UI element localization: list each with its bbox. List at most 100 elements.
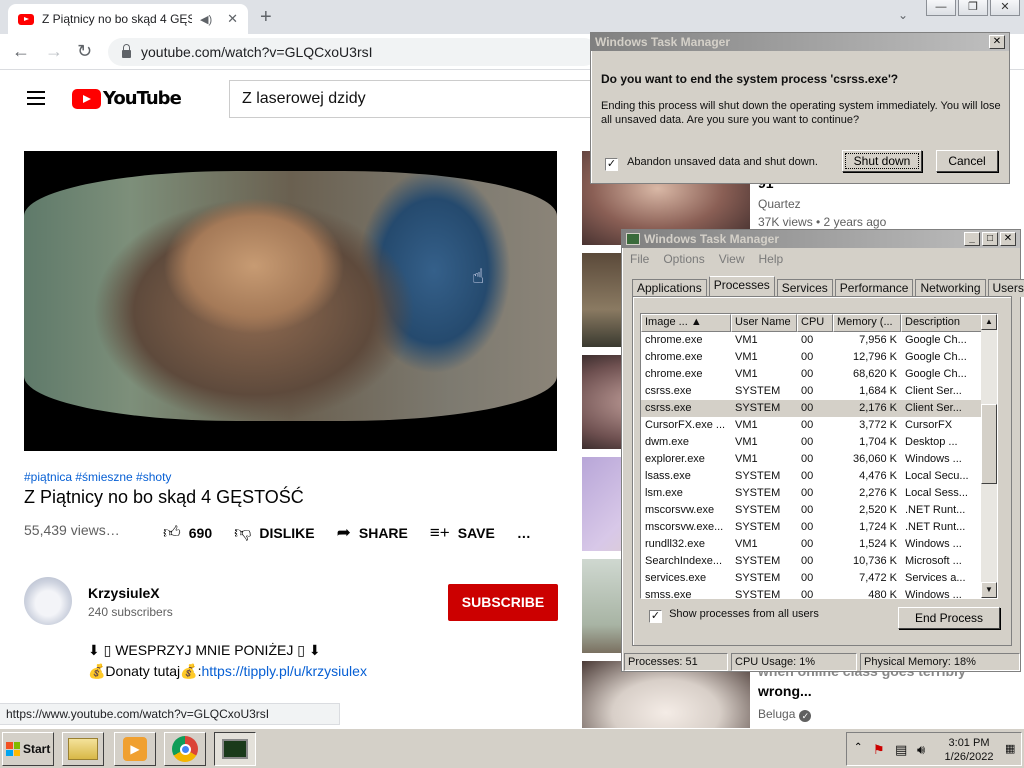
- scroll-thumb[interactable]: [981, 404, 997, 484]
- column-user-name[interactable]: User Name: [731, 314, 797, 332]
- column-description[interactable]: Description: [901, 314, 983, 332]
- back-arrow-icon[interactable]: ←: [12, 41, 30, 62]
- process-row[interactable]: rundll32.exe VM1 00 1,524 K Windows ...: [641, 536, 997, 553]
- related-channel[interactable]: Beluga ✓: [758, 707, 812, 722]
- more-actions-button[interactable]: …: [517, 525, 531, 541]
- close-tab-icon[interactable]: ✕: [227, 11, 238, 27]
- start-button[interactable]: Start: [2, 732, 54, 766]
- tab-services[interactable]: Services: [776, 279, 833, 297]
- process-row[interactable]: lsm.exe SYSTEM 00 2,276 K Local Sess...: [641, 485, 997, 502]
- dislike-button[interactable]: 👎︎ DISLIKE: [234, 522, 315, 543]
- checkbox-checked-icon[interactable]: ✓: [649, 610, 662, 623]
- task-manager-taskbar-button[interactable]: [214, 732, 256, 766]
- column-cpu[interactable]: CPU: [797, 314, 833, 332]
- process-row[interactable]: chrome.exe VM1 00 7,956 K Google Ch...: [641, 332, 997, 349]
- process-list-scrollbar[interactable]: ▲ ▼: [981, 314, 997, 598]
- menu-help[interactable]: Help: [759, 252, 784, 268]
- menu-options[interactable]: Options: [663, 252, 704, 268]
- youtube-logo[interactable]: YouTube: [72, 88, 182, 109]
- process-row[interactable]: mscorsvw.exe... SYSTEM 00 1,724 K .NET Runt.…: [641, 519, 997, 536]
- action-center-icon[interactable]: ⚑: [873, 742, 885, 758]
- abandon-data-checkbox[interactable]: ✓ Abandon unsaved data and shut down.: [605, 156, 818, 171]
- menu-view[interactable]: View: [719, 252, 745, 268]
- dialog-close-button[interactable]: ✕: [989, 35, 1005, 49]
- maximize-button[interactable]: ❐: [958, 0, 988, 16]
- process-cpu: 00: [801, 419, 814, 431]
- shut-down-button[interactable]: Shut down: [842, 150, 922, 172]
- tab-processes[interactable]: Processes: [708, 276, 775, 297]
- like-button[interactable]: 👍︎ 690: [163, 522, 212, 543]
- column-image-name[interactable]: Image ... ▲: [641, 314, 731, 332]
- media-player-taskbar-button[interactable]: ▶: [114, 732, 156, 766]
- process-row[interactable]: lsass.exe SYSTEM 00 4,476 K Local Secu...: [641, 468, 997, 485]
- process-row[interactable]: chrome.exe VM1 00 68,620 K Google Ch...: [641, 366, 997, 383]
- minimize-icon[interactable]: _: [964, 232, 980, 246]
- show-all-users-checkbox[interactable]: ✓ Show processes from all users: [649, 608, 819, 623]
- network-icon[interactable]: ▤: [895, 742, 907, 758]
- process-row[interactable]: dwm.exe VM1 00 1,704 K Desktop ...: [641, 434, 997, 451]
- process-list[interactable]: Image ... ▲ User Name CPU Memory (... De…: [640, 313, 998, 599]
- scroll-up-arrow-icon[interactable]: ▲: [981, 314, 997, 330]
- hashtags[interactable]: #piątnica #śmieszne #shoty: [24, 470, 171, 484]
- process-row[interactable]: csrss.exe SYSTEM 00 1,684 K Client Ser...: [641, 383, 997, 400]
- related-channel[interactable]: Quartez: [758, 197, 801, 211]
- forward-arrow-icon[interactable]: →: [45, 41, 63, 62]
- explorer-taskbar-button[interactable]: [62, 732, 104, 766]
- share-button[interactable]: ➦ SHARE: [337, 523, 408, 543]
- clock[interactable]: 3:01 PM 1/26/2022: [939, 736, 999, 764]
- end-process-button[interactable]: End Process: [898, 607, 1000, 629]
- chrome-taskbar-button[interactable]: [164, 732, 206, 766]
- column-memory[interactable]: Memory (...: [833, 314, 901, 332]
- address-bar[interactable]: youtube.com/watch?v=GLQCxoU3rsI: [108, 38, 598, 66]
- menu-icon[interactable]: [27, 91, 45, 105]
- tab-networking[interactable]: Networking: [915, 279, 986, 297]
- tab-performance[interactable]: Performance: [834, 279, 914, 297]
- cancel-button[interactable]: Cancel: [936, 150, 998, 172]
- tab-search-chevron-icon[interactable]: ⌄: [898, 8, 908, 22]
- media-player-icon: ▶: [123, 737, 147, 761]
- process-row[interactable]: mscorsvw.exe SYSTEM 00 2,520 K .NET Runt...: [641, 502, 997, 519]
- process-row[interactable]: SearchIndexe... SYSTEM 00 10,736 K Microsoft…: [641, 553, 997, 570]
- donation-link[interactable]: https://tipply.pl/u/krzysiulex: [201, 663, 366, 679]
- checkbox-checked-icon[interactable]: ✓: [605, 158, 618, 171]
- maximize-icon[interactable]: □: [982, 232, 998, 246]
- browser-tab[interactable]: Z Piątnicy no bo skąd 4 GĘST ◀) ✕: [8, 4, 248, 34]
- close-window-button[interactable]: ✕: [990, 0, 1020, 16]
- channel-avatar[interactable]: [24, 577, 72, 625]
- lock-icon[interactable]: [122, 44, 131, 58]
- start-label: Start: [23, 742, 51, 756]
- process-user-name: SYSTEM: [735, 402, 781, 414]
- volume-icon[interactable]: 🔊︎: [917, 742, 925, 758]
- menu-file[interactable]: File: [630, 252, 649, 268]
- process-row[interactable]: CursorFX.exe ... VM1 00 3,772 K CursorFX: [641, 417, 997, 434]
- close-icon[interactable]: ✕: [1000, 232, 1016, 246]
- process-image-name: csrss.exe: [645, 402, 692, 414]
- process-image-name: SearchIndexe...: [645, 555, 723, 567]
- process-user-name: VM1: [735, 419, 758, 431]
- save-button[interactable]: ≡+ SAVE: [430, 523, 495, 543]
- process-row[interactable]: services.exe SYSTEM 00 7,472 K Services a...: [641, 570, 997, 587]
- process-row[interactable]: smss.exe SYSTEM 00 480 K Windows ...: [641, 587, 997, 598]
- show-hidden-icons-icon[interactable]: ⌃: [854, 742, 862, 753]
- process-user-name: SYSTEM: [735, 487, 781, 499]
- process-row[interactable]: chrome.exe VM1 00 12,796 K Google Ch...: [641, 349, 997, 366]
- view-count[interactable]: 55,439 views…: [24, 522, 120, 538]
- process-description: Google Ch...: [905, 368, 967, 380]
- minimize-button[interactable]: —: [926, 0, 956, 16]
- audio-playing-icon[interactable]: ◀): [200, 13, 212, 26]
- process-row[interactable]: explorer.exe VM1 00 36,060 K Windows ...: [641, 451, 997, 468]
- tab-applications[interactable]: Applications: [632, 279, 707, 297]
- task-manager-titlebar[interactable]: Windows Task Manager _ □ ✕: [622, 230, 1020, 248]
- subscribe-button[interactable]: SUBSCRIBE: [448, 584, 558, 621]
- dialog-titlebar[interactable]: Windows Task Manager ✕: [591, 33, 1009, 51]
- channel-name[interactable]: KrzysiuleX: [88, 585, 160, 601]
- search-input[interactable]: Z laserowej dzidy: [229, 80, 599, 118]
- show-desktop-icon[interactable]: ▦: [1005, 742, 1015, 755]
- related-title[interactable]: wrong...: [758, 683, 812, 699]
- new-tab-button[interactable]: +: [260, 6, 272, 29]
- video-player[interactable]: ☝: [24, 151, 557, 451]
- process-row[interactable]: csrss.exe SYSTEM 00 2,176 K Client Ser...: [641, 400, 997, 417]
- scroll-down-arrow-icon[interactable]: ▼: [981, 582, 997, 598]
- reload-icon[interactable]: ↻: [77, 41, 92, 62]
- tab-users[interactable]: Users: [987, 279, 1024, 297]
